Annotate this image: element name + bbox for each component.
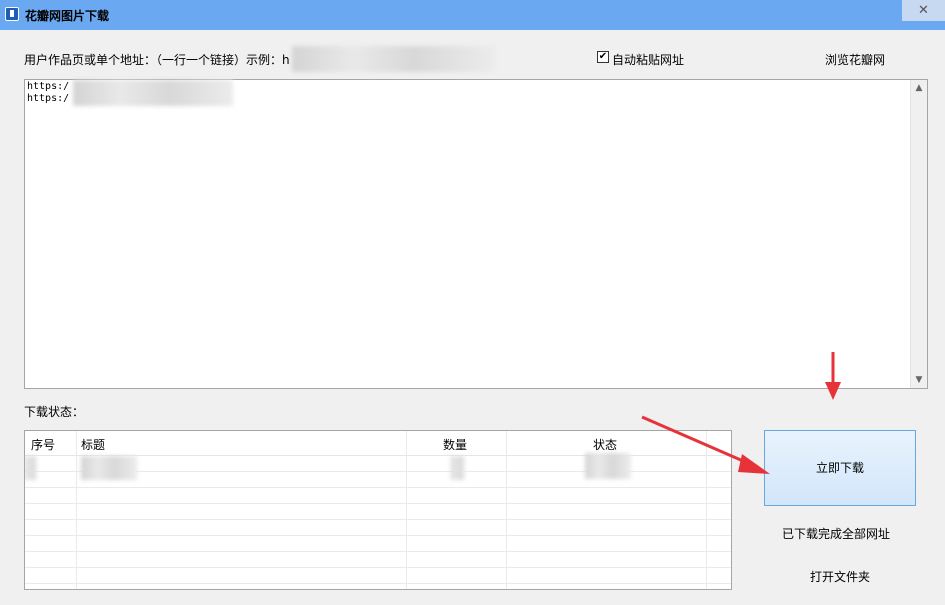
redacted-cell <box>25 456 37 480</box>
redacted-cell <box>451 456 465 480</box>
download-status-label: 下载状态： <box>24 405 85 419</box>
column-header-title[interactable]: 标题 <box>81 436 105 453</box>
row-divider <box>25 535 731 536</box>
row-divider <box>25 503 731 504</box>
redacted-urls <box>73 80 233 106</box>
column-divider <box>406 431 407 589</box>
browse-huaban-button[interactable]: 浏览花瓣网 <box>825 51 885 68</box>
app-download-icon <box>5 7 19 21</box>
downloaded-all-button[interactable]: 已下载完成全部网址 <box>782 525 890 542</box>
url-input-label: 用户作品页或单个地址：（一行一个链接）示例：h <box>24 53 290 67</box>
auto-paste-checkbox[interactable]: ✔ <box>597 51 609 63</box>
row-divider <box>25 519 731 520</box>
annotation-arrow-down-icon <box>825 352 841 400</box>
window-title: 花瓣网图片下载 <box>25 9 110 23</box>
row-divider <box>25 583 731 584</box>
column-header-status[interactable]: 状态 <box>593 436 617 453</box>
annotation-arrow-right-icon <box>641 415 770 474</box>
auto-paste-label[interactable]: 自动粘贴网址 <box>612 51 684 68</box>
url-line-2: https:/ <box>27 93 70 104</box>
scroll-down-icon[interactable]: ▼ <box>911 372 927 388</box>
url-textarea[interactable]: https:/ https:/ ▲ ▼ <box>24 79 928 389</box>
status-table[interactable]: 序号 标题 数量 状态 <box>24 430 732 590</box>
column-header-index[interactable]: 序号 <box>31 436 55 453</box>
redacted-example-url <box>292 46 495 72</box>
column-header-count[interactable]: 数量 <box>443 436 467 453</box>
redacted-cell <box>585 453 631 479</box>
row-divider <box>25 487 731 488</box>
row-divider <box>25 551 731 552</box>
open-folder-button[interactable]: 打开文件夹 <box>810 568 870 585</box>
url-line-1: https:/ <box>27 81 70 92</box>
scroll-up-icon[interactable]: ▲ <box>911 80 927 96</box>
column-divider <box>506 431 507 589</box>
column-divider <box>76 431 77 589</box>
title-bar: 花瓣网图片下载 ✕ <box>0 0 945 30</box>
textarea-scrollbar[interactable]: ▲ ▼ <box>910 80 927 388</box>
row-divider <box>25 567 731 568</box>
close-button[interactable]: ✕ <box>902 0 945 21</box>
download-now-button[interactable]: 立即下载 <box>764 430 916 506</box>
redacted-cell <box>81 456 137 480</box>
